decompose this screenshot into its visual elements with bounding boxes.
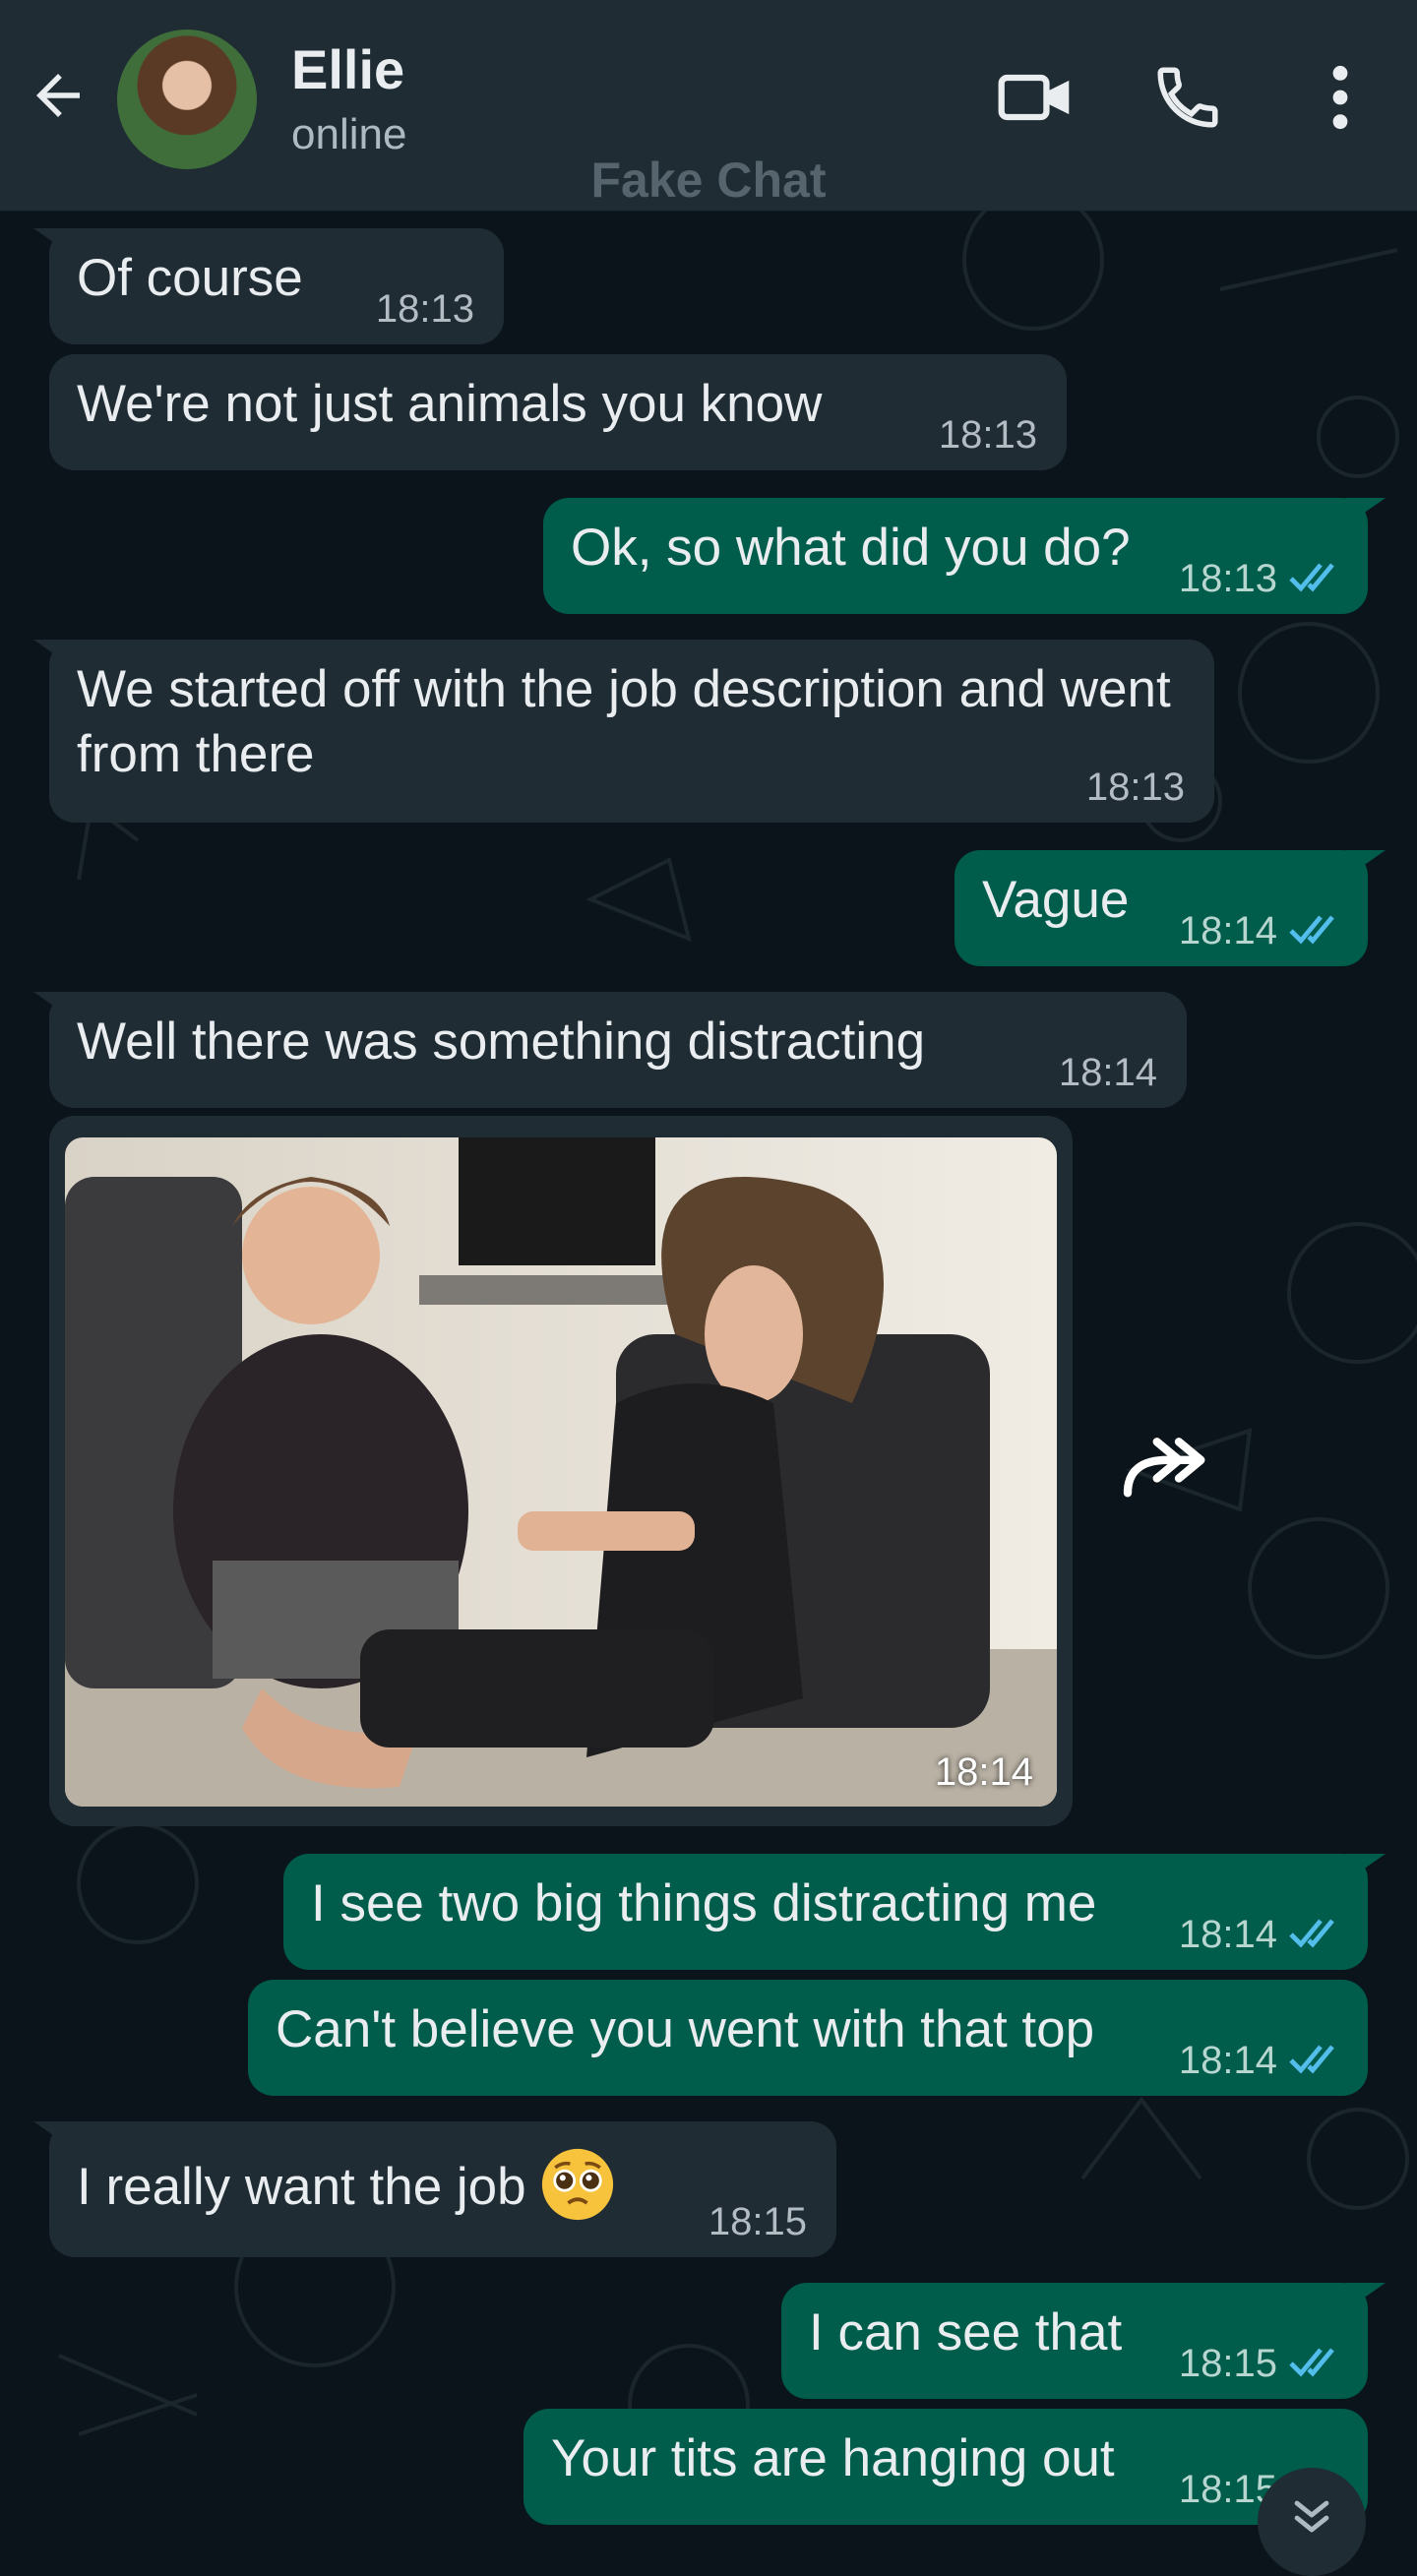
message-incoming[interactable]: Of course 18:13 [33, 228, 504, 344]
bubble-tail [33, 640, 73, 667]
message-text: We started off with the job description … [77, 660, 1171, 783]
message-outgoing[interactable]: Vague 18:14 [955, 850, 1386, 966]
bubble-tail [33, 228, 73, 256]
message-time: 18:15 [1178, 2342, 1277, 2385]
message-time: 18:13 [938, 413, 1037, 457]
chat-header: Ellie online Fake Chat [0, 0, 1417, 212]
bubble-tail [1346, 850, 1386, 878]
double-check-icon [1289, 563, 1334, 592]
bubble-tail [1346, 2283, 1386, 2310]
photo-thumbnail[interactable] [65, 1137, 1057, 1807]
message-time: 18:13 [1085, 766, 1185, 809]
message-time: 18:14 [1178, 2039, 1277, 2082]
forward-icon[interactable] [1102, 1419, 1230, 1523]
message-time: 18:14 [934, 1750, 1033, 1794]
message-text-content: I really want the job [77, 2158, 526, 2216]
back-arrow-icon[interactable] [26, 63, 91, 128]
pleading-face-icon [542, 2148, 614, 2221]
message-incoming[interactable]: Well there was something distracting 18:… [33, 992, 1187, 1108]
double-check-icon [1289, 2045, 1334, 2074]
bubble-tail [1346, 1854, 1386, 1881]
double-check-icon [1289, 2348, 1334, 2377]
bubble-tail [1346, 498, 1386, 525]
message-outgoing[interactable]: Ok, so what did you do? 18:13 [543, 498, 1386, 614]
message-incoming[interactable]: I really want the job 18:15 [33, 2121, 836, 2257]
contact-name[interactable]: Ellie [291, 37, 404, 101]
scroll-to-bottom-button[interactable] [1258, 2468, 1366, 2576]
double-check-icon [1289, 1919, 1334, 1948]
bubble-tail [33, 2121, 73, 2149]
watermark: Fake Chat [590, 153, 827, 208]
double-check-icon [1289, 915, 1334, 945]
message-time: 18:13 [1178, 557, 1277, 600]
message-outgoing[interactable]: Can't believe you went with that top 18:… [248, 1980, 1368, 2096]
message-time: 18:14 [1178, 1913, 1277, 1956]
message-incoming[interactable]: We started off with the job description … [33, 640, 1214, 823]
message-outgoing[interactable]: I see two big things distracting me 18:1… [283, 1854, 1386, 1970]
video-call-icon[interactable] [996, 65, 1075, 130]
kebab-menu-icon[interactable] [1319, 61, 1362, 134]
phone-icon[interactable] [1151, 61, 1224, 134]
message-text: I really want the job [77, 2147, 809, 2222]
message-image[interactable]: 18:14 [49, 1116, 1073, 1826]
message-text: We're not just animals you know [77, 375, 823, 433]
message-time: 18:14 [1058, 1051, 1157, 1094]
message-time: 18:15 [708, 2200, 807, 2243]
message-outgoing[interactable]: Your tits are hanging out 18:15 [524, 2409, 1368, 2525]
message-outgoing[interactable]: I can see that 18:15 [781, 2283, 1386, 2399]
bubble-tail [33, 992, 73, 1019]
message-incoming[interactable]: We're not just animals you know 18:13 [49, 354, 1067, 470]
message-text: Well there was something distracting [77, 1012, 926, 1071]
message-time: 18:13 [375, 287, 474, 331]
double-chevron-down-icon [1294, 2500, 1329, 2533]
avatar[interactable] [117, 30, 257, 169]
message-time: 18:14 [1178, 909, 1277, 952]
